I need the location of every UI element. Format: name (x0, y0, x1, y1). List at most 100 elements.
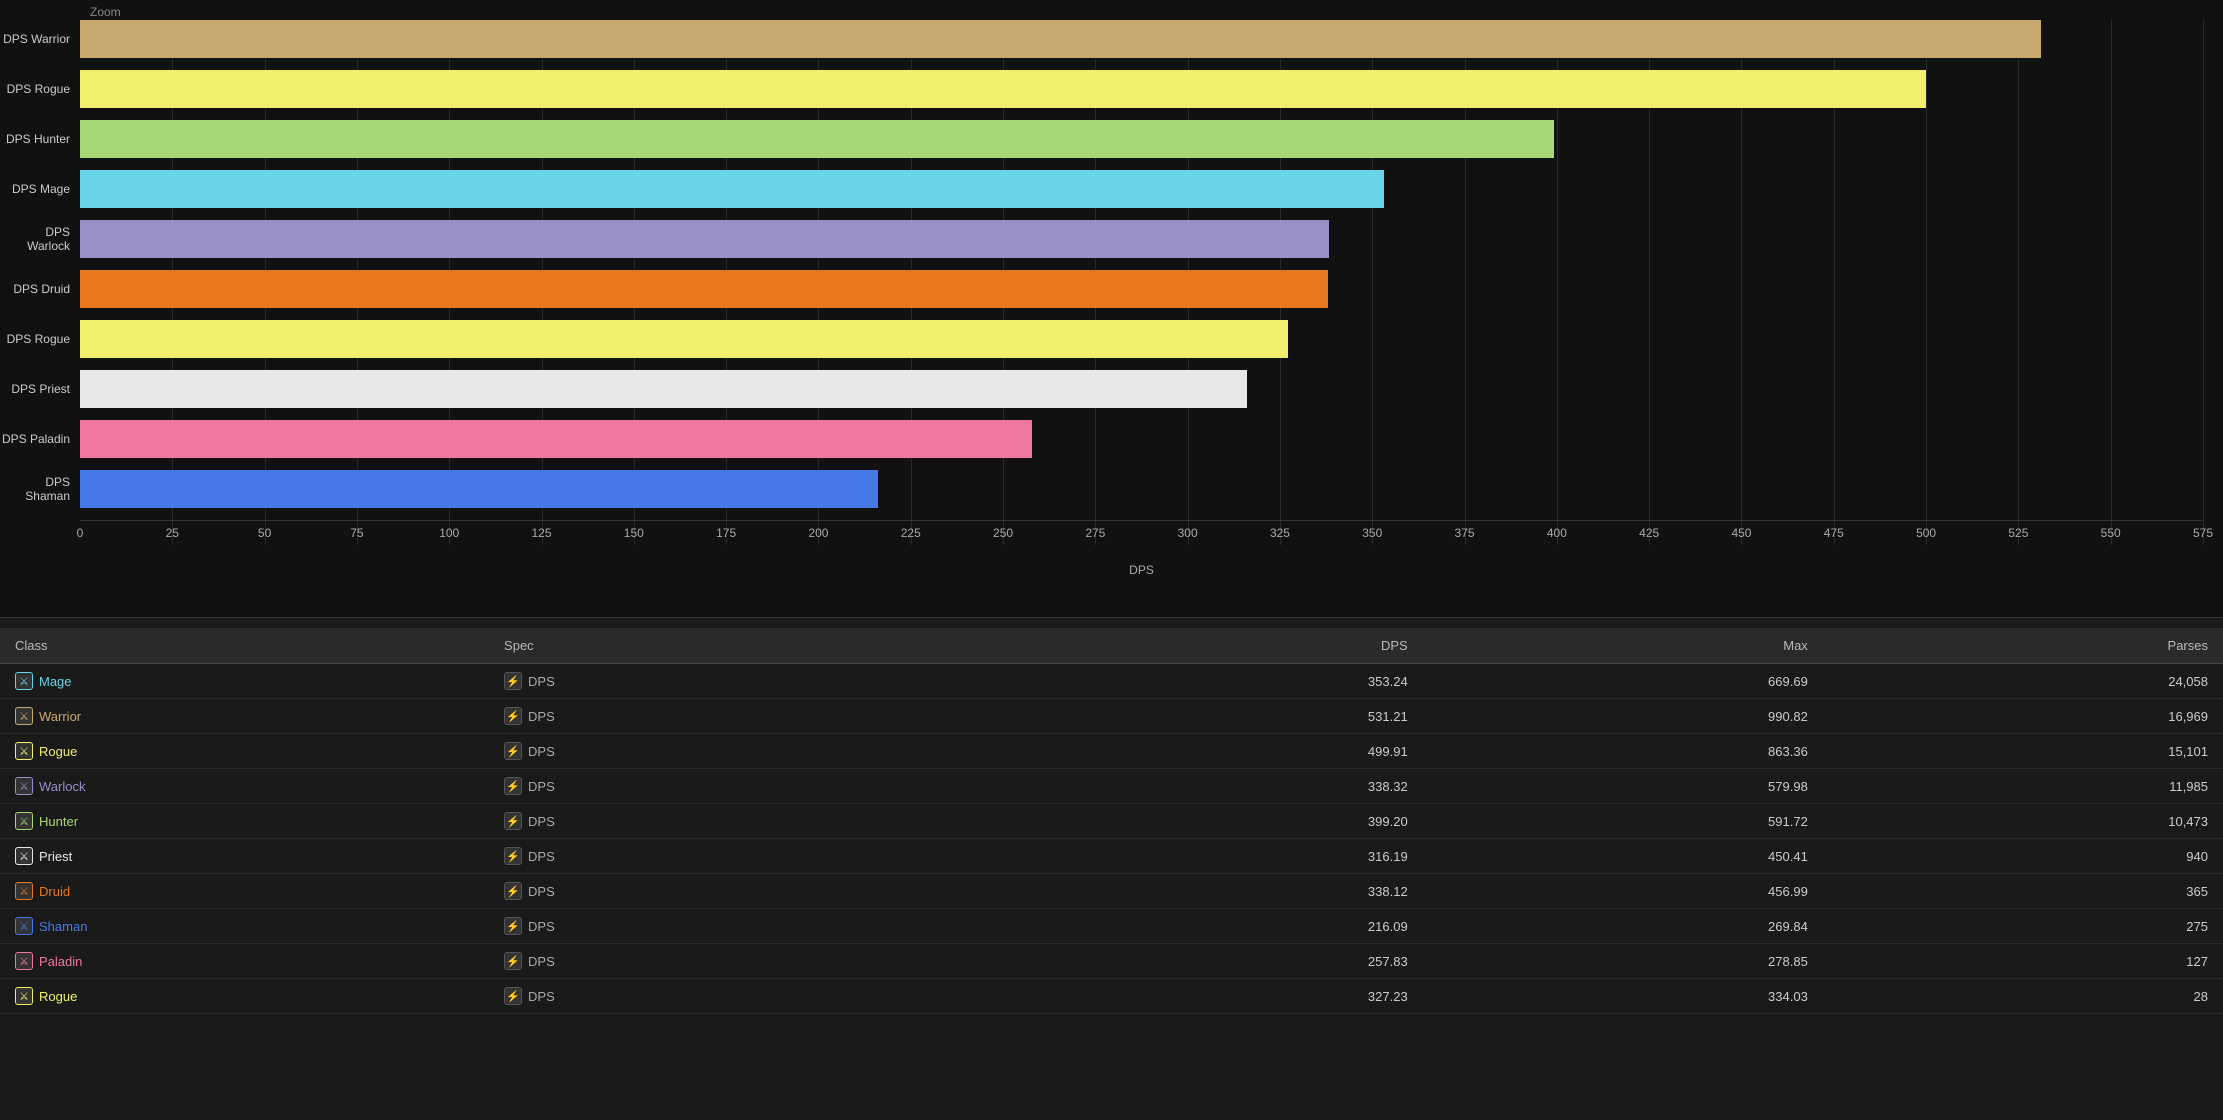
spec-name: DPS (528, 814, 555, 829)
bar-fill (80, 470, 878, 508)
spec-icon: ⚡ (504, 707, 522, 725)
spec-name: DPS (528, 919, 555, 934)
spec-name: DPS (528, 779, 555, 794)
table-row[interactable]: ⚔Rogue⚡DPS327.23334.0328 (0, 979, 2223, 1014)
bar-fill (80, 220, 1329, 258)
bar-container (80, 470, 2203, 508)
class-name: Hunter (39, 814, 78, 829)
class-name: Shaman (39, 919, 87, 934)
cell-class: ⚔Warrior (0, 699, 489, 734)
class-icon: ⚔ (15, 987, 33, 1005)
cell-class: ⚔Shaman (0, 909, 489, 944)
cell-dps: 399.20 (978, 804, 1423, 839)
table-row[interactable]: ⚔Warlock⚡DPS338.32579.9811,985 (0, 769, 2223, 804)
bar-label: DPS Warrior (0, 32, 80, 46)
cell-parses: 16,969 (1823, 699, 2223, 734)
bar-row: DPS Rogue (80, 320, 2203, 358)
bar-label: DPS Druid (0, 282, 80, 296)
spec-icon: ⚡ (504, 847, 522, 865)
bar-fill (80, 170, 1384, 208)
class-name: Druid (39, 884, 70, 899)
class-name: Warrior (39, 709, 81, 724)
spec-icon: ⚡ (504, 672, 522, 690)
section-divider (0, 617, 2223, 618)
class-icon: ⚔ (15, 847, 33, 865)
cell-class: ⚔ Rogue (0, 979, 489, 1014)
bar-label: DPS Rogue (0, 332, 80, 346)
bar-fill (80, 70, 1926, 108)
table-row[interactable]: ⚔Paladin⚡DPS257.83278.85127 (0, 944, 2223, 979)
cell-class: ⚔ Rogue (0, 734, 489, 769)
class-icon: ⚔ (15, 812, 33, 830)
bar-container (80, 370, 2203, 408)
x-tick-label: 525 (2008, 526, 2028, 540)
class-name: Rogue (39, 744, 77, 759)
bar-row: DPS Mage (80, 170, 2203, 208)
cell-parses: 28 (1823, 979, 2223, 1014)
table-row[interactable]: ⚔Priest⚡DPS316.19450.41940 (0, 839, 2223, 874)
cell-parses: 11,985 (1823, 769, 2223, 804)
class-name: Rogue (39, 989, 77, 1004)
header-max[interactable]: Max (1423, 628, 1823, 664)
spec-name: DPS (528, 849, 555, 864)
x-tick-label: 375 (1455, 526, 1475, 540)
cell-max: 450.41 (1423, 839, 1823, 874)
cell-dps: 216.09 (978, 909, 1423, 944)
zoom-label: Zoom (90, 5, 121, 19)
x-tick-label: 400 (1547, 526, 1567, 540)
cell-class: ⚔Priest (0, 839, 489, 874)
bar-container (80, 220, 2203, 258)
class-icon: ⚔ (15, 742, 33, 760)
x-tick-label: 300 (1178, 526, 1198, 540)
bar-container (80, 120, 2203, 158)
header-parses[interactable]: Parses (1823, 628, 2223, 664)
x-tick-label: 450 (1731, 526, 1751, 540)
cell-spec: ⚡DPS (489, 944, 978, 979)
bar-fill (80, 20, 2041, 58)
x-axis: 0255075100125150175200225250275300325350… (80, 520, 2203, 545)
x-tick-label: 550 (2101, 526, 2121, 540)
cell-spec: ⚡DPS (489, 769, 978, 804)
table-row[interactable]: ⚔Shaman⚡DPS216.09269.84275 (0, 909, 2223, 944)
table-row[interactable]: ⚔Warrior⚡DPS531.21990.8216,969 (0, 699, 2223, 734)
spec-name: DPS (528, 674, 555, 689)
cell-max: 579.98 (1423, 769, 1823, 804)
x-tick-label: 100 (439, 526, 459, 540)
table-row[interactable]: ⚔ Rogue ⚡DPS499.91863.3615,101 (0, 734, 2223, 769)
bar-container (80, 70, 2203, 108)
bar-label: DPS Priest (0, 382, 80, 396)
grid-container: DPS WarriorDPS RogueDPS HunterDPS MageDP… (80, 20, 2203, 545)
bar-label: DPS Paladin (0, 432, 80, 446)
table-row[interactable]: ⚔Hunter⚡DPS399.20591.7210,473 (0, 804, 2223, 839)
table-row[interactable]: ⚔Mage⚡DPS353.24669.6924,058 (0, 664, 2223, 699)
cell-parses: 15,101 (1823, 734, 2223, 769)
bar-container (80, 420, 2203, 458)
cell-dps: 499.91 (978, 734, 1423, 769)
cell-dps: 257.83 (978, 944, 1423, 979)
header-dps[interactable]: DPS (978, 628, 1423, 664)
x-tick-label: 200 (808, 526, 828, 540)
x-tick-label: 275 (1085, 526, 1105, 540)
bar-row: DPS Warrior (80, 20, 2203, 58)
data-table: Class Spec DPS Max Parses ⚔Mage⚡DPS353.2… (0, 628, 2223, 1014)
cell-max: 863.36 (1423, 734, 1823, 769)
spec-icon: ⚡ (504, 812, 522, 830)
cell-max: 334.03 (1423, 979, 1823, 1014)
chart-section: Zoom DPS WarriorDPS RogueDPS HunterDPS M… (0, 0, 2223, 617)
cell-dps: 338.12 (978, 874, 1423, 909)
class-name: Paladin (39, 954, 82, 969)
cell-dps: 327.23 (978, 979, 1423, 1014)
cell-parses: 365 (1823, 874, 2223, 909)
cell-class: ⚔Warlock (0, 769, 489, 804)
class-icon: ⚔ (15, 882, 33, 900)
cell-class: ⚔Paladin (0, 944, 489, 979)
class-name: Warlock (39, 779, 85, 794)
table-row[interactable]: ⚔Druid⚡DPS338.12456.99365 (0, 874, 2223, 909)
x-axis-title: DPS (80, 563, 2203, 577)
header-class[interactable]: Class (0, 628, 489, 664)
header-spec[interactable]: Spec (489, 628, 978, 664)
x-tick-label: 175 (716, 526, 736, 540)
cell-spec: ⚡DPS (489, 734, 978, 769)
spec-icon: ⚡ (504, 742, 522, 760)
x-tick-label: 25 (166, 526, 179, 540)
